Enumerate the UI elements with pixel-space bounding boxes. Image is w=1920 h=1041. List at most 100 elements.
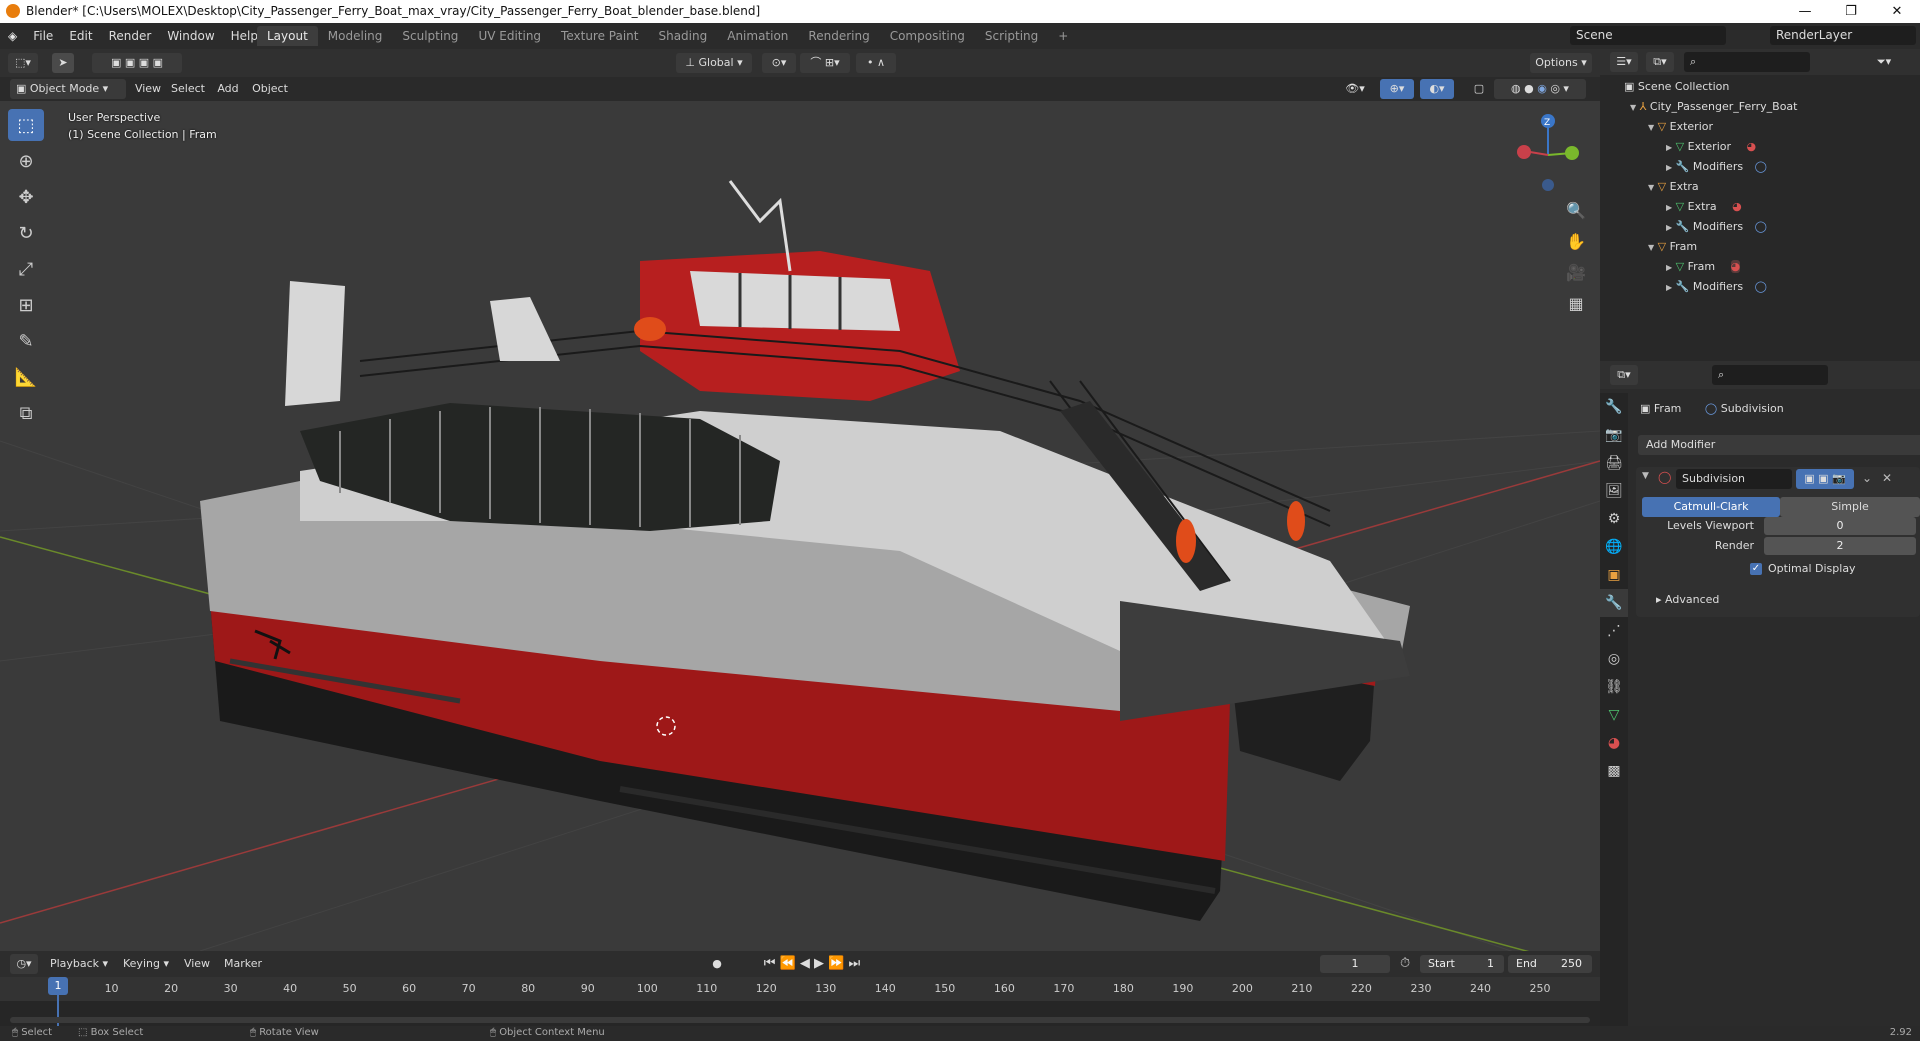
measure-tool-icon[interactable]: 📐: [8, 361, 44, 393]
pan-hand-icon[interactable]: ✋: [1564, 230, 1588, 254]
optimal-display-checkbox[interactable]: ✓: [1750, 563, 1762, 575]
menu-window[interactable]: Window: [159, 27, 222, 45]
playback-controls[interactable]: ⏮ ⏪ ◀ ▶ ⏩ ⏭: [752, 954, 872, 974]
gizmo-toggle-icon[interactable]: ⊕▾: [1380, 79, 1414, 99]
tab-shading[interactable]: Shading: [648, 26, 717, 46]
menu-object[interactable]: Object: [248, 79, 292, 99]
pivot-icon[interactable]: ⊙▾: [762, 53, 796, 73]
tab-modeling[interactable]: Modeling: [318, 26, 393, 46]
shading-mode-buttons[interactable]: ◍ ● ◉ ◎ ▾: [1494, 79, 1586, 99]
outliner-exterior[interactable]: ▼ ▽ Exterior: [1648, 117, 1713, 137]
tab-rendering[interactable]: Rendering: [798, 26, 879, 46]
menu-add[interactable]: Add: [210, 79, 246, 99]
overlay-toggle-icon[interactable]: ◐▾: [1420, 79, 1454, 99]
menu-view[interactable]: View: [130, 79, 166, 99]
render-layer-selector[interactable]: RenderLayer: [1770, 26, 1916, 45]
outliner-search-input[interactable]: ⌕: [1684, 52, 1810, 72]
outliner-fram[interactable]: ▼ ▽ Fram: [1648, 237, 1697, 257]
playhead[interactable]: 1: [48, 977, 68, 995]
filter-icon[interactable]: ⏷▾: [1870, 52, 1898, 72]
visibility-icon[interactable]: 👁▾: [1340, 79, 1370, 99]
outliner-fram-mesh[interactable]: ▶ ▽ Fram ◕: [1666, 257, 1741, 277]
add-cube-tool-icon[interactable]: ⧉: [8, 397, 44, 429]
close-window-button[interactable]: ✕: [1874, 0, 1920, 23]
display-mode-icon[interactable]: ⧉▾: [1646, 52, 1674, 72]
snap-icon[interactable]: ⌒ ⊞▾: [800, 53, 850, 73]
transform-tool-icon[interactable]: ⊞: [8, 289, 44, 321]
outliner-collection-row[interactable]: ▼ ⅄ City_Passenger_Ferry_Boat: [1630, 97, 1798, 117]
add-modifier-dropdown[interactable]: Add Modifier: [1638, 435, 1920, 455]
modifier-name-field[interactable]: Subdivision: [1676, 469, 1792, 489]
render-tab-icon[interactable]: 📷: [1600, 421, 1628, 449]
modifier-display-toggles[interactable]: ▣ ▣ 📷: [1796, 469, 1854, 489]
tab-texture-paint[interactable]: Texture Paint: [551, 26, 648, 46]
material-tab-icon[interactable]: ◕: [1600, 729, 1628, 757]
minimize-button[interactable]: —: [1782, 0, 1828, 23]
maximize-button[interactable]: ❐: [1828, 0, 1874, 23]
scene-tab-icon[interactable]: ⚙: [1600, 505, 1628, 533]
output-tab-icon[interactable]: 🖨: [1600, 449, 1628, 477]
levels-viewport-field[interactable]: 0: [1764, 517, 1916, 535]
select-mode-buttons[interactable]: ▣ ▣ ▣ ▣: [92, 53, 182, 73]
end-frame-field[interactable]: End 250: [1508, 955, 1592, 973]
catmull-clark-button[interactable]: Catmull-Clark: [1642, 497, 1780, 517]
outliner-editor-type-icon[interactable]: ☰▾: [1610, 52, 1638, 72]
outliner-exterior-modifiers[interactable]: ▶ 🔧 Modifiers ◯: [1666, 157, 1767, 177]
transform-orientation-dropdown[interactable]: ⊥ Global ▾: [676, 53, 752, 73]
properties-search-input[interactable]: ⌕: [1712, 365, 1828, 385]
blender-menu-icon[interactable]: ◈: [0, 27, 25, 45]
select-box-tool-icon[interactable]: ⬚: [8, 109, 44, 141]
collapse-icon[interactable]: ▼: [1642, 471, 1649, 481]
outliner-exterior-mesh[interactable]: ▶ ▽ Exterior ◕: [1666, 137, 1756, 157]
simple-button[interactable]: Simple: [1780, 497, 1920, 517]
constraints-tab-icon[interactable]: ⛓: [1600, 673, 1628, 701]
data-tab-icon[interactable]: ▽: [1600, 701, 1628, 729]
tab-layout[interactable]: Layout: [257, 26, 318, 46]
object-tab-icon[interactable]: ▣: [1600, 561, 1628, 589]
marker-menu[interactable]: Marker: [220, 954, 266, 974]
remove-modifier-icon[interactable]: ✕: [1882, 471, 1892, 485]
tab-scripting[interactable]: Scripting: [975, 26, 1048, 46]
render-levels-field[interactable]: 2: [1764, 537, 1916, 555]
outliner-extra[interactable]: ▼ ▽ Extra: [1648, 177, 1699, 197]
physics-tab-icon[interactable]: ◎: [1600, 645, 1628, 673]
object-mode-dropdown[interactable]: ▣ Object Mode ▾: [10, 79, 126, 99]
rotate-tool-icon[interactable]: ↻: [8, 217, 44, 249]
xray-icon[interactable]: ▢: [1470, 79, 1488, 99]
camera-view-icon[interactable]: 🎥: [1564, 261, 1588, 285]
outliner-scene-collection[interactable]: ▣ Scene Collection: [1624, 77, 1729, 97]
clock-icon[interactable]: ⏱: [1400, 956, 1410, 971]
texture-tab-icon[interactable]: ▩: [1600, 757, 1628, 785]
timeline-editor-type-icon[interactable]: ◷▾: [10, 954, 38, 974]
menu-file[interactable]: File: [25, 27, 61, 45]
move-tool-icon[interactable]: ✥: [8, 181, 44, 213]
tab-sculpting[interactable]: Sculpting: [392, 26, 468, 46]
proportional-edit-icon[interactable]: • ∧: [856, 53, 896, 73]
properties-editor-type-icon[interactable]: ⧉▾: [1610, 365, 1638, 385]
modifier-tab-icon[interactable]: 🔧: [1600, 589, 1628, 617]
tab-uv-editing[interactable]: UV Editing: [468, 26, 551, 46]
world-tab-icon[interactable]: 🌐: [1600, 533, 1628, 561]
tab-animation[interactable]: Animation: [717, 26, 798, 46]
record-icon[interactable]: ●: [706, 954, 728, 974]
start-frame-field[interactable]: Start 1: [1420, 955, 1504, 973]
menu-render[interactable]: Render: [101, 27, 160, 45]
scale-tool-icon[interactable]: ⤢: [8, 253, 44, 285]
timeline-scrollbar[interactable]: [10, 1017, 1590, 1023]
timeline-view-menu[interactable]: View: [180, 954, 214, 974]
annotate-tool-icon[interactable]: ✎: [8, 325, 44, 357]
options-dropdown[interactable]: Options ▾: [1530, 53, 1592, 73]
modifier-menu-icon[interactable]: ⌄: [1862, 471, 1872, 485]
editor-type-icon[interactable]: ⬚▾: [8, 53, 38, 73]
tab-compositing[interactable]: Compositing: [880, 26, 975, 46]
outliner-extra-mesh[interactable]: ▶ ▽ Extra ◕: [1666, 197, 1742, 217]
select-cursor-icon[interactable]: ➤: [52, 53, 74, 73]
frame-ruler[interactable]: 1102030405060708090100110120130140150160…: [0, 977, 1600, 1001]
particles-tab-icon[interactable]: ⋰: [1600, 617, 1628, 645]
3d-viewport[interactable]: Z User Perspective (1) Scene Collection …: [0, 101, 1600, 951]
tool-tab-icon[interactable]: 🔧: [1600, 393, 1628, 421]
view-layer-tab-icon[interactable]: 🖼: [1600, 477, 1628, 505]
outliner-fram-modifiers[interactable]: ▶ 🔧 Modifiers ◯: [1666, 277, 1767, 297]
outliner-extra-modifiers[interactable]: ▶ 🔧 Modifiers ◯: [1666, 217, 1767, 237]
zoom-icon[interactable]: 🔍: [1564, 199, 1588, 223]
